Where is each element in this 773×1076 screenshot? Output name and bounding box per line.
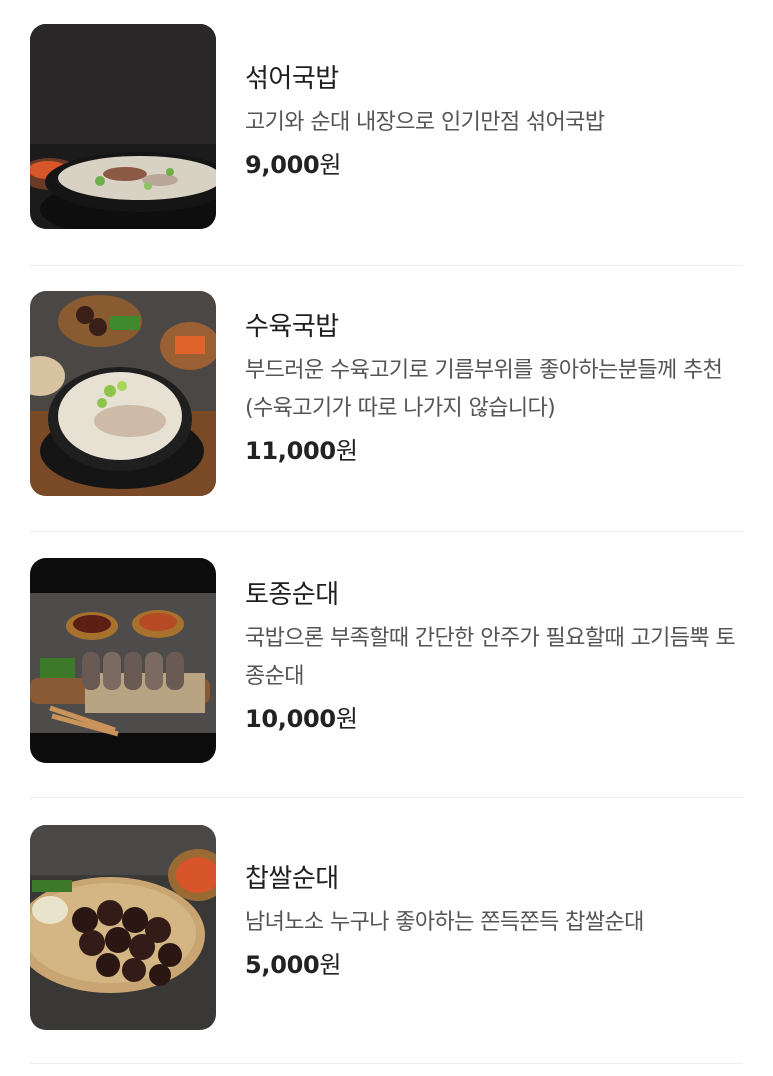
menu-item-name: 섞어국밥 xyxy=(245,64,339,94)
price-value: 9,000 xyxy=(245,151,320,179)
menu-list: 섞어국밥 고기와 순대 내장으로 인기만점 섞어국밥 9,000원 수육국밥 부… xyxy=(0,0,773,1076)
sundae-platter-image xyxy=(30,558,216,763)
chapssal-sundae-image xyxy=(30,825,216,1030)
price-value: 11,000 xyxy=(245,437,336,465)
menu-item-info: 토종순대 국밥으론 부족할때 간단한 안주가 필요할때 고기듬뿍 토종순대 10… xyxy=(245,578,743,736)
price-currency: 원 xyxy=(335,705,358,733)
menu-item-name: 찹쌀순대 xyxy=(245,864,339,894)
menu-item-chapssal-sundae[interactable]: 찹쌀순대 남녀노소 누구나 좋아하는 쫀득쫀득 찹쌀순대 5,000원 xyxy=(30,798,743,1064)
menu-item-description: 국밥으론 부족할때 간단한 안주가 필요할때 고기듬뿍 토종순대 xyxy=(245,626,736,689)
menu-item-seokkeo-gukbap[interactable]: 섞어국밥 고기와 순대 내장으로 인기만점 섞어국밥 9,000원 xyxy=(30,0,743,266)
menu-item-price: 11,000원 xyxy=(245,434,743,468)
menu-item-price: 10,000원 xyxy=(245,702,743,736)
menu-item-description: 부드러운 수육고기로 기름부위를 좋아하는분들께 추천(수육고기가 따로 나가지… xyxy=(245,358,723,421)
price-value: 10,000 xyxy=(245,705,336,733)
price-currency: 원 xyxy=(319,951,342,979)
menu-item-info: 찹쌀순대 남녀노소 누구나 좋아하는 쫀득쫀득 찹쌀순대 5,000원 xyxy=(245,862,743,982)
price-currency: 원 xyxy=(319,151,342,179)
menu-item-price: 9,000원 xyxy=(245,148,743,182)
suyuk-gukbap-image xyxy=(30,291,216,496)
menu-item-suyuk-gukbap[interactable]: 수육국밥 부드러운 수육고기로 기름부위를 좋아하는분들께 추천(수육고기가 따… xyxy=(30,266,743,532)
menu-item-info: 섞어국밥 고기와 순대 내장으로 인기만점 섞어국밥 9,000원 xyxy=(245,62,743,182)
menu-item-info: 수육국밥 부드러운 수육고기로 기름부위를 좋아하는분들께 추천(수육고기가 따… xyxy=(245,310,743,468)
menu-item-price: 5,000원 xyxy=(245,948,743,982)
price-currency: 원 xyxy=(335,437,358,465)
menu-item-name: 수육국밥 xyxy=(245,312,339,342)
menu-item-tojong-sundae[interactable]: 토종순대 국밥으론 부족할때 간단한 안주가 필요할때 고기듬뿍 토종순대 10… xyxy=(30,532,743,798)
gukbap-bowl-image xyxy=(30,24,216,229)
menu-item-description: 남녀노소 누구나 좋아하는 쫀득쫀득 찹쌀순대 xyxy=(245,910,644,935)
menu-item-description: 고기와 순대 내장으로 인기만점 섞어국밥 xyxy=(245,110,605,135)
menu-item-name: 토종순대 xyxy=(245,580,339,610)
price-value: 5,000 xyxy=(245,951,320,979)
